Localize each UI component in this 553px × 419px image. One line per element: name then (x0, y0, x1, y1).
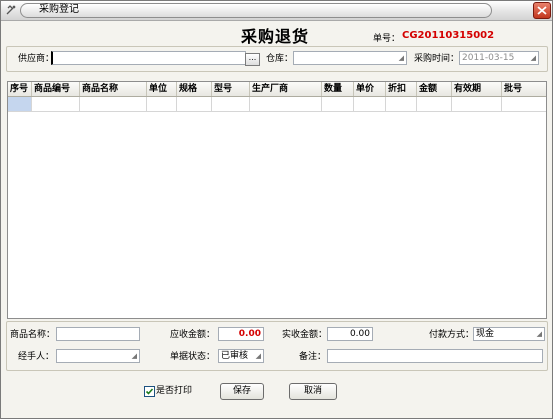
product-name-input[interactable] (56, 327, 140, 341)
table-cell[interactable] (80, 97, 147, 111)
table-cell[interactable] (354, 97, 386, 111)
table-cell[interactable] (417, 97, 452, 111)
table-cell[interactable] (322, 97, 354, 111)
handler-select[interactable]: ◢ (56, 349, 140, 363)
actual-received-input[interactable]: 0.00 (327, 327, 373, 341)
table-row[interactable] (8, 97, 546, 112)
product-grid[interactable]: 序号 商品编号 商品名称 单位 规格 型号 生产厂商 数量 单价 折扣 金额 有… (7, 81, 547, 319)
dropdown-arrow-icon: ◢ (255, 352, 261, 360)
remark-label: 备注： (299, 352, 327, 362)
close-icon (537, 6, 547, 15)
grid-header: 序号 商品编号 商品名称 单位 规格 型号 生产厂商 数量 单价 折扣 金额 有… (8, 82, 546, 97)
dropdown-arrow-icon: ◢ (530, 54, 536, 62)
warehouse-label: 仓库： (266, 54, 294, 64)
handler-label: 经手人： (18, 352, 55, 362)
save-button[interactable]: 保存 (220, 383, 264, 400)
column-header[interactable]: 型号 (212, 82, 250, 96)
table-cell[interactable] (147, 97, 177, 111)
column-header[interactable]: 序号 (8, 82, 32, 96)
purchase-time-label: 采购时间： (414, 54, 460, 64)
column-header[interactable]: 单价 (354, 82, 386, 96)
table-cell[interactable] (177, 97, 212, 111)
supplier-input[interactable] (51, 51, 246, 65)
column-header[interactable]: 单位 (147, 82, 177, 96)
table-cell[interactable] (386, 97, 417, 111)
column-header[interactable]: 有效期 (452, 82, 502, 96)
column-header[interactable]: 规格 (177, 82, 212, 96)
dropdown-arrow-icon: ◢ (536, 330, 542, 338)
selected-cell[interactable] (8, 97, 32, 111)
title-bar[interactable]: 采购登记 (1, 1, 552, 21)
document-status-value: 已审核 (221, 351, 249, 361)
title-pill (20, 3, 492, 18)
order-number-label: 单号： (373, 34, 401, 44)
payment-method-value: 现金 (476, 329, 495, 339)
supplier-label: 供应商： (18, 54, 55, 64)
cancel-button[interactable]: 取消 (289, 383, 337, 400)
app-icon (6, 5, 16, 15)
window-title: 采购登记 (39, 4, 79, 15)
dropdown-arrow-icon: ◢ (131, 352, 137, 360)
column-header[interactable]: 折扣 (386, 82, 417, 96)
column-header[interactable]: 批号 (502, 82, 546, 96)
dropdown-arrow-icon: ◢ (398, 54, 404, 62)
receivable-label: 应收金额： (170, 330, 216, 340)
warehouse-select[interactable]: ◢ (293, 51, 407, 65)
column-header[interactable]: 生产厂商 (250, 82, 322, 96)
column-header[interactable]: 商品名称 (80, 82, 147, 96)
purchase-time-value: 2011-03-15 (462, 53, 515, 63)
payment-method-select[interactable]: 现金 ◢ (473, 327, 545, 341)
remark-input[interactable] (327, 349, 543, 363)
product-name-label: 商品名称： (10, 330, 56, 340)
table-cell[interactable] (502, 97, 546, 111)
purchase-return-window: 采购登记 采购退货 单号： CG20110315002 供应商： ... 仓库：… (0, 0, 553, 419)
column-header[interactable]: 数量 (322, 82, 354, 96)
receivable-amount: 0.00 (218, 327, 264, 341)
document-status-label: 单据状态： (170, 352, 216, 362)
table-cell[interactable] (250, 97, 322, 111)
document-status-select[interactable]: 已审核 ◢ (218, 349, 264, 363)
page-title: 采购退货 (241, 27, 310, 46)
table-cell[interactable] (452, 97, 502, 111)
table-cell[interactable] (212, 97, 250, 111)
column-header[interactable]: 金额 (417, 82, 452, 96)
actual-received-label: 实收金额： (282, 330, 328, 340)
table-cell[interactable] (32, 97, 80, 111)
print-label: 是否打印 (156, 386, 193, 396)
payment-method-label: 付款方式： (429, 330, 475, 340)
print-checkbox[interactable] (144, 386, 155, 397)
checkbox-check-icon (145, 388, 154, 395)
close-button[interactable] (533, 2, 551, 19)
purchase-time-field[interactable]: 2011-03-15 ◢ (459, 51, 539, 65)
browse-supplier-button[interactable]: ... (245, 53, 260, 66)
order-number-value: CG20110315002 (402, 30, 495, 41)
column-header[interactable]: 商品编号 (32, 82, 80, 96)
